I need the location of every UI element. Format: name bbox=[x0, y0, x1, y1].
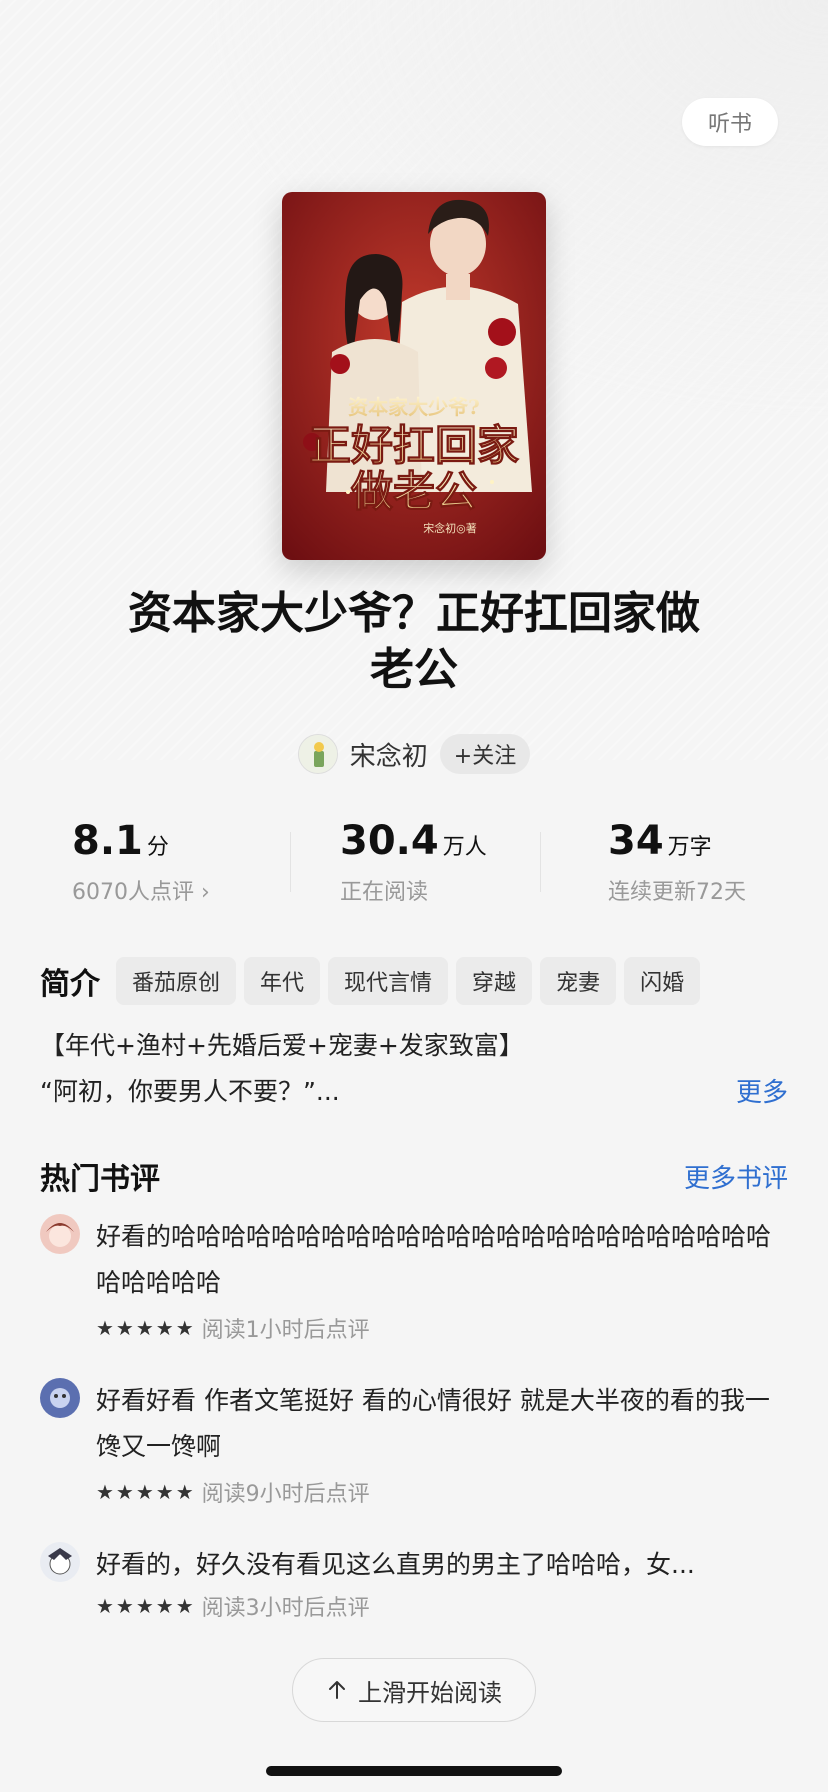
book-stats: 8.1 分 6070人点评 › 30.4 万人 正在阅读 34 万字 连续更新72天 bbox=[0, 818, 828, 918]
rating-stars: ★★★★★ bbox=[96, 1316, 196, 1340]
rating-stars: ★★★★★ bbox=[96, 1480, 196, 1504]
reviewer-avatar[interactable] bbox=[40, 1542, 80, 1582]
score-value: 8.1 bbox=[72, 818, 143, 864]
reviewer-avatar-image bbox=[40, 1542, 80, 1582]
follow-button[interactable]: +关注 bbox=[439, 734, 531, 774]
intro-more-link[interactable]: 更多 bbox=[736, 1072, 788, 1109]
intro-title: 简介 bbox=[40, 967, 100, 1002]
tag-chip[interactable]: 番茄原创 bbox=[116, 957, 237, 1005]
review-timing: 阅读3小时后点评 bbox=[201, 1596, 370, 1621]
reviews-title: 热门书评 bbox=[40, 1162, 160, 1197]
update-streak-label: 连续更新72天 bbox=[608, 880, 746, 905]
intro-text-line-1: 【年代+渔村+先婚后爱+宠妻+发家致富】 bbox=[40, 1031, 524, 1060]
arrow-up-icon bbox=[329, 1681, 345, 1699]
review-meta: ★★★★★ 阅读1小时后点评 bbox=[96, 1312, 788, 1344]
tag-chip[interactable]: 宠妻 bbox=[540, 957, 617, 1005]
home-indicator[interactable] bbox=[266, 1766, 562, 1776]
start-reading-label: 上滑开始阅读 bbox=[358, 1678, 502, 1707]
intro-header: 简介 番茄原创 年代 现代言情 穿越 宠妻 闪婚 bbox=[40, 956, 798, 1006]
tag-chip[interactable]: 闪婚 bbox=[624, 957, 701, 1005]
tag-chip[interactable]: 穿越 bbox=[456, 957, 533, 1005]
words-unit: 万字 bbox=[667, 835, 712, 860]
words-value: 34 bbox=[608, 818, 664, 864]
author-row: 宋念初 +关注 bbox=[0, 732, 828, 776]
tag-chip[interactable]: 现代言情 bbox=[328, 957, 449, 1005]
review-item[interactable]: 好看的哈哈哈哈哈哈哈哈哈哈哈哈哈哈哈哈哈哈哈哈哈哈哈哈哈哈哈哈哈 ★★★★★ 阅… bbox=[40, 1214, 788, 1344]
readers-value: 30.4 bbox=[340, 818, 439, 864]
author-name[interactable]: 宋念初 bbox=[350, 736, 428, 773]
score-unit: 分 bbox=[146, 835, 169, 860]
review-text: 好看好看 作者文笔挺好 看的心情很好 就是大半夜的看的我一馋又一馋啊 bbox=[96, 1386, 770, 1461]
stat-divider bbox=[540, 832, 541, 892]
book-cover-art: 资本家大少爷? 正好扛回家 做老公 宋念初◎著 bbox=[282, 192, 546, 560]
cover-big-title-2: 做老公 bbox=[350, 467, 477, 516]
rating-stars: ★★★★★ bbox=[96, 1594, 196, 1618]
more-reviews-link[interactable]: 更多书评 bbox=[684, 1158, 788, 1195]
author-avatar[interactable] bbox=[297, 734, 338, 774]
stat-words: 34 万字 连续更新72天 bbox=[608, 818, 746, 906]
reviewer-avatar-image bbox=[40, 1214, 80, 1254]
reviewer-avatar[interactable] bbox=[40, 1378, 80, 1418]
review-meta: ★★★★★ 阅读9小时后点评 bbox=[96, 1476, 788, 1508]
review-timing: 阅读9小时后点评 bbox=[201, 1482, 370, 1507]
review-text: 好看的哈哈哈哈哈哈哈哈哈哈哈哈哈哈哈哈哈哈哈哈哈哈哈哈哈哈哈哈哈 bbox=[96, 1222, 772, 1297]
review-meta: ★★★★★ 阅读3小时后点评 bbox=[96, 1590, 788, 1622]
readers-unit: 万人 bbox=[442, 835, 487, 860]
review-text: 好看的，好久没有看见这么直男的男主了哈哈哈，女... bbox=[96, 1550, 695, 1579]
author-avatar-image bbox=[298, 735, 337, 773]
stat-divider bbox=[290, 832, 291, 892]
cover-small-title: 资本家大少爷? bbox=[348, 395, 480, 419]
tag-chip[interactable]: 年代 bbox=[244, 957, 321, 1005]
book-title-line-1: 资本家大少爷？正好扛回家做 bbox=[128, 588, 700, 639]
review-item[interactable]: 好看好看 作者文笔挺好 看的心情很好 就是大半夜的看的我一馋又一馋啊 ★★★★★… bbox=[40, 1378, 788, 1508]
reviewer-avatar-image bbox=[40, 1378, 80, 1418]
book-cover[interactable]: 资本家大少爷? 正好扛回家 做老公 宋念初◎著 bbox=[282, 192, 546, 560]
score-reviews-link[interactable]: 6070人点评 › bbox=[72, 874, 210, 906]
book-title: 资本家大少爷？正好扛回家做 老公 bbox=[60, 586, 768, 698]
intro-text-line-2: “阿初，你要男人不要？”... bbox=[40, 1077, 340, 1106]
stat-readers: 30.4 万人 正在阅读 bbox=[340, 818, 487, 906]
cover-big-title-1: 正好扛回家 bbox=[309, 421, 519, 470]
stat-score[interactable]: 8.1 分 6070人点评 › bbox=[72, 818, 210, 906]
review-timing: 阅读1小时后点评 bbox=[201, 1318, 370, 1343]
review-item[interactable]: 好看的，好久没有看见这么直男的男主了哈哈哈，女... ★★★★★ 阅读3小时后点… bbox=[40, 1542, 788, 1622]
book-title-line-2: 老公 bbox=[370, 644, 458, 695]
readers-label: 正在阅读 bbox=[340, 880, 429, 905]
start-reading-button[interactable]: 上滑开始阅读 bbox=[292, 1658, 536, 1722]
reviewer-avatar[interactable] bbox=[40, 1214, 80, 1254]
cover-author-mark: 宋念初◎著 bbox=[423, 521, 477, 535]
reviews-header: 热门书评 更多书评 bbox=[40, 1156, 788, 1197]
listen-button[interactable]: 听书 bbox=[682, 98, 778, 146]
